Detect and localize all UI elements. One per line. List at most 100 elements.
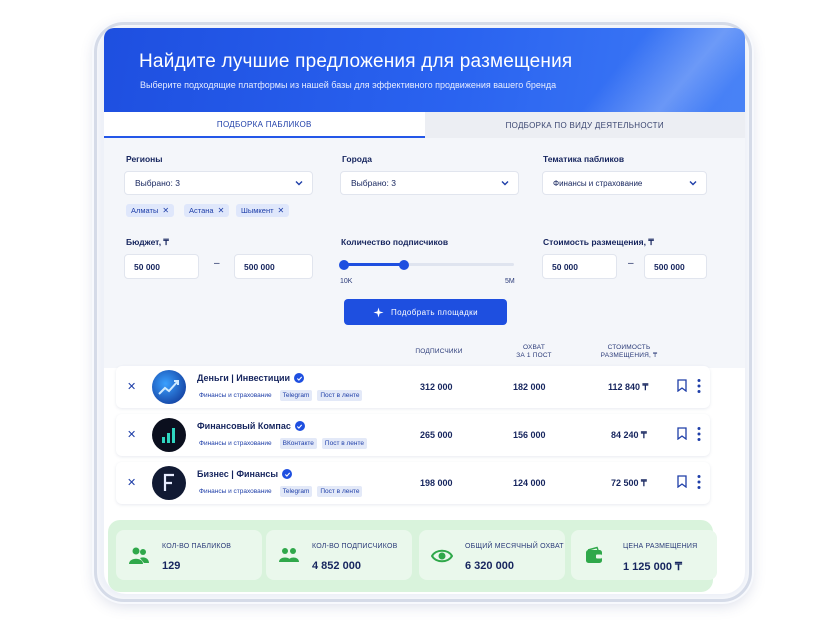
category-tag: Финансы и страхование (199, 488, 272, 495)
users-icon (129, 547, 149, 564)
platform-tag: ВКонтакте (279, 438, 317, 449)
header-shine (567, 28, 745, 112)
format-tag: Пост в ленте (317, 486, 363, 497)
chip-label: Шымкент (241, 206, 274, 215)
row-tags: Финансы и страхование Telegram Пост в ле… (196, 486, 363, 497)
price-range-dash: – (628, 258, 634, 269)
subscribers-slider-max-handle[interactable] (398, 259, 409, 270)
col-price: СТОИМОСТЬ РАЗМЕЩЕНИЯ, ₸ (594, 344, 664, 360)
topic-label: Тематика пабликов (543, 154, 625, 164)
subscribers-value: 198 000 (420, 478, 453, 488)
summary-stats: КОЛ-ВО ПАБЛИКОВ 129 КОЛ-ВО ПОДПИСЧИКОВ 4… (108, 520, 717, 592)
category-tag: Финансы и страхование (199, 392, 272, 399)
close-icon[interactable]: ✕ (278, 206, 285, 215)
platform-tag: Telegram (279, 390, 313, 401)
format-tag: Пост в ленте (321, 438, 368, 449)
chart-up-icon (158, 380, 179, 395)
bookmark-icon[interactable] (677, 379, 687, 392)
avatar (152, 466, 186, 500)
stat-value: 129 (162, 560, 181, 572)
stat-label: КОЛ-ВО ПАБЛИКОВ (162, 543, 232, 550)
price-to-input[interactable]: 500 000 (644, 254, 707, 279)
topic-select[interactable]: Финансы и страхование (542, 171, 707, 195)
subscribers-slider-min-handle[interactable] (339, 259, 349, 270)
subscribers-min-label: 10K (340, 278, 353, 285)
stat-card-reach: ОБЩИЙ МЕСЯЧНЫЙ ОХВАТ 6 320 000 (419, 530, 565, 580)
topic-select-value: Финансы и страхование (553, 178, 643, 188)
col-reach-line1: ОХВАТ (522, 344, 546, 351)
region-chip-shymkent[interactable]: Шымкент ✕ (236, 204, 290, 217)
chevron-down-icon (501, 181, 509, 186)
row-tags: Финансы и страхование ВКонтакте Пост в л… (196, 438, 368, 449)
category-tag: Финансы и страхование (199, 440, 272, 447)
price-value: 72 500 ₸ (611, 478, 647, 488)
eye-icon (431, 549, 453, 563)
stat-card-publics: КОЛ-ВО ПАБЛИКОВ 129 (116, 530, 262, 580)
stat-label: ЦЕНА РАЗМЕЩЕНИЯ (623, 543, 698, 550)
col-price-line1: СТОИМОСТЬ (607, 344, 651, 351)
region-chip-astana[interactable]: Астана ✕ (184, 204, 230, 217)
table-row[interactable]: ✕ Бизнес | Финансы Финансы и страхование… (116, 462, 710, 504)
format-tag: Пост в ленте (317, 390, 363, 401)
regions-label: Регионы (126, 154, 163, 164)
reach-value: 124 000 (513, 478, 546, 488)
hero-header: Найдите лучшие предложения для размещени… (104, 28, 745, 112)
app-window: Найдите лучшие предложения для размещени… (104, 28, 745, 594)
public-name[interactable]: Бизнес | Финансы (197, 469, 293, 479)
col-price-line2: РАЗМЕЩЕНИЯ, ₸ (600, 352, 658, 359)
budget-range-dash: – (214, 258, 220, 269)
avatar (152, 418, 186, 452)
tab-bar: ПОДБОРКА ПАБЛИКОВ ПОДБОРКА ПО ВИДУ ДЕЯТЕ… (104, 112, 745, 138)
remove-icon[interactable]: ✕ (127, 428, 136, 441)
public-name[interactable]: Финансовый Компас (197, 421, 305, 431)
more-icon[interactable] (697, 474, 701, 490)
avatar (152, 370, 186, 404)
public-name[interactable]: Деньги | Инвестиции (197, 373, 305, 383)
public-name-text: Финансовый Компас (197, 421, 291, 431)
region-chip-almaty[interactable]: Алматы ✕ (126, 204, 175, 217)
find-platforms-label: Подобрать площадки (391, 307, 478, 317)
subscribers-slider-fill (344, 263, 404, 266)
subscribers-icon (279, 548, 299, 562)
reach-value: 156 000 (513, 430, 546, 440)
close-icon[interactable]: ✕ (218, 206, 225, 215)
stat-value: 1 125 000 ₸ (623, 561, 682, 573)
public-name-text: Деньги | Инвестиции (197, 373, 291, 383)
table-row[interactable]: ✕ Финансовый Компас Финансы и страховани… (116, 414, 710, 456)
reach-value: 182 000 (513, 382, 546, 392)
remove-icon[interactable]: ✕ (127, 476, 136, 489)
regions-select[interactable]: Выбрано: 3 (124, 171, 313, 195)
price-value: 112 840 ₸ (608, 382, 649, 392)
find-platforms-button[interactable]: Подобрать площадки (344, 299, 507, 325)
more-icon[interactable] (697, 378, 701, 394)
verified-icon (294, 421, 305, 431)
page-title: Найдите лучшие предложения для размещени… (139, 51, 573, 72)
budget-to-input[interactable]: 500 000 (234, 254, 313, 279)
tab-activity-type[interactable]: ПОДБОРКА ПО ВИДУ ДЕЯТЕЛЬНОСТИ (424, 112, 745, 138)
letter-f-logo-icon (163, 473, 174, 491)
tab-publics[interactable]: ПОДБОРКА ПАБЛИКОВ (104, 112, 425, 138)
row-tags: Финансы и страхование Telegram Пост в ле… (196, 390, 363, 401)
cities-label: Города (342, 154, 372, 164)
bars-icon (162, 428, 175, 443)
more-icon[interactable] (697, 426, 701, 442)
regions-select-value: Выбрано: 3 (135, 178, 180, 188)
budget-from-input[interactable]: 50 000 (124, 254, 199, 279)
subscribers-label: Количество подписчиков (341, 237, 449, 247)
cities-select[interactable]: Выбрано: 3 (340, 171, 519, 195)
remove-icon[interactable]: ✕ (127, 380, 136, 393)
verified-icon (282, 469, 293, 479)
chevron-down-icon (295, 181, 303, 186)
verified-icon (294, 373, 305, 383)
stat-card-price: ЦЕНА РАЗМЕЩЕНИЯ 1 125 000 ₸ (571, 530, 717, 580)
subscribers-value: 312 000 (420, 382, 453, 392)
cities-select-value: Выбрано: 3 (351, 178, 396, 188)
bookmark-icon[interactable] (677, 427, 687, 440)
chip-label: Алматы (131, 206, 159, 215)
table-row[interactable]: ✕ Деньги | Инвестиции Финансы и страхова… (116, 366, 710, 408)
bookmark-icon[interactable] (677, 475, 687, 488)
close-icon[interactable]: ✕ (162, 206, 169, 215)
price-from-input[interactable]: 50 000 (542, 254, 617, 279)
chip-label: Астана (189, 206, 214, 215)
platform-tag: Telegram (279, 486, 313, 497)
